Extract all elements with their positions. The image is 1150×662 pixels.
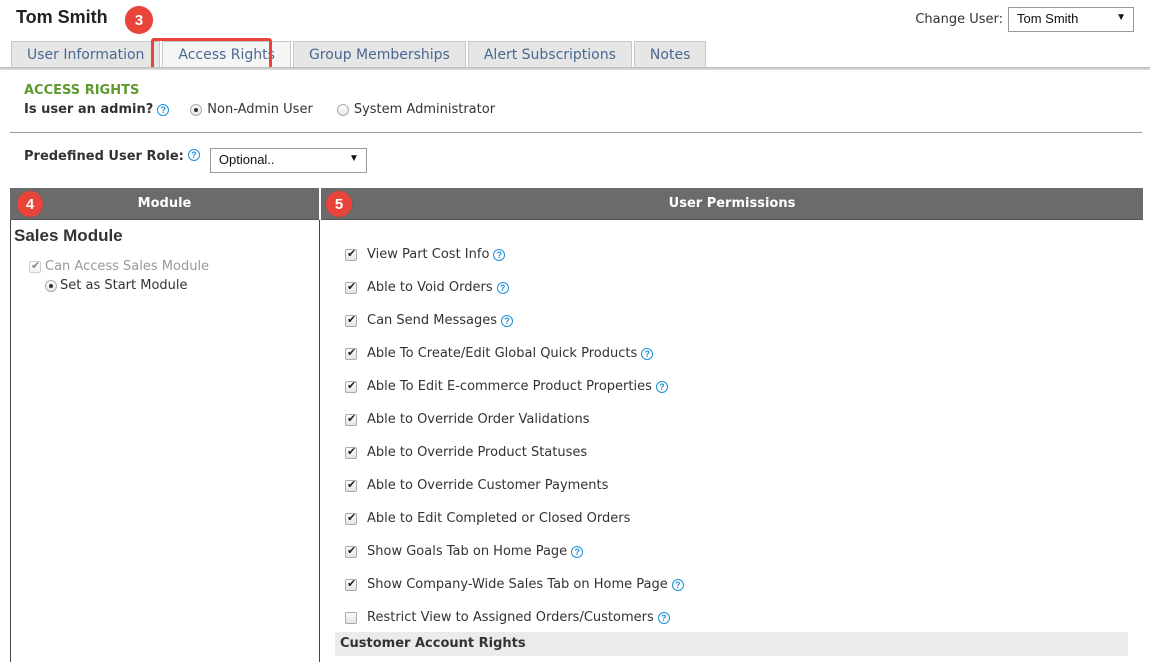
change-user-select[interactable]: Tom Smith ▼ bbox=[1008, 7, 1134, 32]
permission-label: Able to Void Orders bbox=[367, 280, 493, 295]
permissions-header-label: User Permissions bbox=[668, 196, 796, 211]
non-admin-option[interactable]: Non-Admin User bbox=[190, 102, 313, 117]
help-icon[interactable]: ? bbox=[187, 149, 200, 161]
permission-label: View Part Cost Info bbox=[367, 247, 490, 262]
callout-badge-tabs: 3 bbox=[125, 6, 153, 34]
tab-alert-subscriptions[interactable]: Alert Subscriptions bbox=[467, 41, 632, 68]
dropdown-arrow-icon: ▼ bbox=[1116, 12, 1126, 23]
change-user-value: Tom Smith bbox=[1017, 11, 1079, 26]
permission-checkbox[interactable] bbox=[345, 280, 357, 294]
predefined-role-select[interactable]: Optional.. ▼ bbox=[209, 148, 367, 173]
permission-item[interactable]: Able To Edit E-commerce Product Properti… bbox=[345, 379, 668, 394]
help-icon[interactable]: ? bbox=[157, 103, 170, 116]
help-icon[interactable]: ? bbox=[641, 347, 654, 360]
tab-notes[interactable]: Notes bbox=[633, 41, 707, 68]
permission-item[interactable]: Can Send Messages ? bbox=[345, 313, 514, 328]
help-icon[interactable]: ? bbox=[496, 281, 509, 294]
system-admin-radio[interactable] bbox=[336, 103, 349, 116]
permission-item[interactable]: Able to Void Orders ? bbox=[345, 280, 509, 295]
system-admin-label: System Administrator bbox=[353, 102, 496, 117]
module-title: Sales Module bbox=[14, 226, 123, 245]
permission-label: Show Goals Tab on Home Page bbox=[367, 544, 568, 559]
permission-label: Able to Override Customer Payments bbox=[367, 478, 609, 493]
help-icon[interactable]: ? bbox=[655, 380, 668, 393]
divider bbox=[10, 132, 1142, 133]
permission-checkbox[interactable] bbox=[345, 445, 357, 459]
permission-checkbox[interactable] bbox=[345, 611, 357, 624]
tab-highlight-frame bbox=[151, 38, 272, 70]
callout-badge-module: 4 bbox=[17, 191, 43, 217]
permission-label: Able to Override Order Validations bbox=[367, 412, 590, 427]
tab-group-memberships[interactable]: Group Memberships bbox=[292, 41, 466, 68]
permission-item[interactable]: Able to Override Order Validations bbox=[345, 412, 590, 427]
module-column-header: Module bbox=[10, 188, 319, 220]
help-icon[interactable]: ? bbox=[493, 248, 506, 261]
section-title: ACCESS RIGHTS bbox=[24, 83, 140, 98]
tab-user-information[interactable]: User Information bbox=[11, 41, 161, 68]
tab-bar: User Information Access Rights Group Mem… bbox=[11, 41, 708, 68]
help-icon[interactable]: ? bbox=[571, 545, 584, 558]
permission-checkbox[interactable] bbox=[345, 544, 357, 558]
permission-item[interactable]: Able to Edit Completed or Closed Orders bbox=[345, 511, 630, 526]
non-admin-label: Non-Admin User bbox=[207, 102, 313, 117]
permission-item[interactable]: Show Goals Tab on Home Page ? bbox=[345, 544, 584, 559]
permission-item[interactable]: Show Company-Wide Sales Tab on Home Page… bbox=[345, 577, 684, 592]
permission-item[interactable]: Able to Override Product Statuses bbox=[345, 445, 587, 460]
permission-item[interactable]: Able To Create/Edit Global Quick Product… bbox=[345, 346, 654, 361]
role-value: Optional.. bbox=[218, 152, 275, 167]
permission-checkbox[interactable] bbox=[345, 313, 357, 327]
start-module-option[interactable]: Set as Start Module bbox=[45, 278, 188, 293]
permission-item[interactable]: Able to Override Customer Payments bbox=[345, 478, 608, 493]
tab-underline bbox=[0, 67, 1150, 70]
can-access-checkbox bbox=[29, 259, 41, 273]
admin-row: Is user an admin? ? Non-Admin User Syste… bbox=[24, 102, 495, 117]
permission-item[interactable]: View Part Cost Info ? bbox=[345, 247, 506, 262]
change-user-control: Change User: Tom Smith ▼ bbox=[915, 7, 1134, 32]
system-admin-option[interactable]: System Administrator bbox=[336, 102, 496, 117]
role-row: Predefined User Role: ? Optional.. ▼ bbox=[24, 148, 367, 173]
start-module-label: Set as Start Module bbox=[60, 278, 188, 293]
permission-checkbox[interactable] bbox=[345, 478, 357, 492]
start-module-radio[interactable] bbox=[45, 279, 57, 292]
permission-checkbox[interactable] bbox=[345, 346, 357, 360]
help-icon[interactable]: ? bbox=[671, 578, 684, 591]
permission-item[interactable]: Restrict View to Assigned Orders/Custome… bbox=[345, 610, 670, 625]
permission-checkbox[interactable] bbox=[345, 511, 357, 525]
can-access-module-option: Can Access Sales Module bbox=[29, 259, 209, 274]
permission-checkbox[interactable] bbox=[345, 412, 357, 426]
help-icon[interactable]: ? bbox=[657, 611, 670, 624]
help-icon[interactable]: ? bbox=[501, 314, 514, 327]
permission-label: Restrict View to Assigned Orders/Custome… bbox=[367, 610, 654, 625]
module-header-label: Module bbox=[137, 196, 192, 211]
permission-checkbox[interactable] bbox=[345, 379, 357, 393]
permission-label: Able To Create/Edit Global Quick Product… bbox=[367, 346, 638, 361]
grid-left-border bbox=[10, 220, 11, 662]
permission-label: Able to Override Product Statuses bbox=[367, 445, 588, 460]
role-label: Predefined User Role: bbox=[24, 149, 184, 164]
permission-label: Able to Edit Completed or Closed Orders bbox=[367, 511, 631, 526]
customer-account-rights-header: Customer Account Rights bbox=[335, 632, 1128, 656]
dropdown-arrow-icon: ▼ bbox=[348, 153, 359, 164]
non-admin-radio[interactable] bbox=[190, 103, 203, 116]
permission-label: Show Company-Wide Sales Tab on Home Page bbox=[367, 577, 668, 592]
permission-label: Able To Edit E-commerce Product Properti… bbox=[367, 379, 652, 394]
user-name-title: Tom Smith bbox=[16, 7, 108, 27]
admin-question-label: Is user an admin? bbox=[24, 102, 154, 117]
change-user-label: Change User: bbox=[915, 12, 1003, 27]
permission-checkbox[interactable] bbox=[345, 577, 357, 591]
grid-column-divider bbox=[319, 220, 320, 662]
permission-label: Can Send Messages bbox=[367, 313, 498, 328]
can-access-label: Can Access Sales Module bbox=[45, 259, 210, 274]
permissions-column-header: User Permissions bbox=[321, 188, 1143, 220]
permission-checkbox[interactable] bbox=[345, 247, 357, 261]
callout-badge-permissions: 5 bbox=[326, 191, 352, 217]
